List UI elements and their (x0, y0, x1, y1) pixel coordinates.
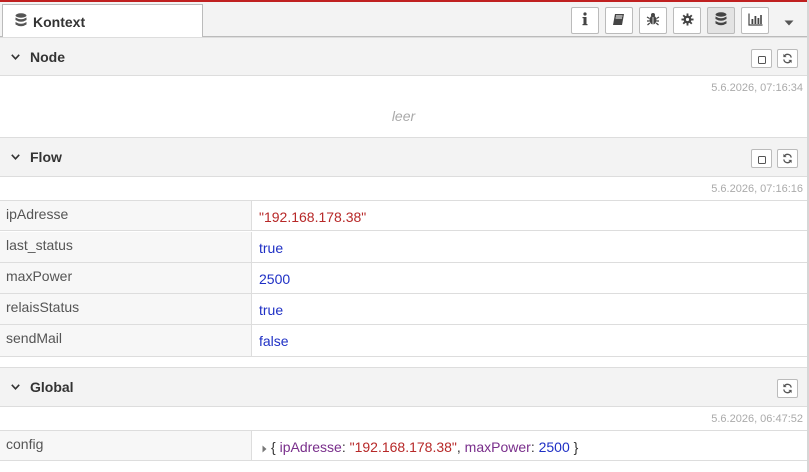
context-key: relaisStatus (0, 294, 252, 324)
global-refresh-button[interactable] (777, 379, 798, 398)
info-icon (581, 12, 589, 29)
table-row[interactable]: relaisStatus true (0, 294, 807, 325)
chevron-down-icon[interactable] (0, 53, 30, 60)
refresh-icon (782, 151, 793, 167)
context-button[interactable] (707, 7, 735, 34)
caret-right-icon[interactable] (262, 440, 267, 456)
table-row[interactable]: maxPower 2500 (0, 263, 807, 294)
global-timestamp: 5.6.2026, 06:47:52 (711, 413, 803, 425)
config-button[interactable] (673, 7, 701, 34)
bar-chart-icon (747, 13, 763, 29)
context-key: ipAdresse (0, 201, 252, 230)
refresh-icon (782, 51, 793, 67)
context-key: last_status (0, 232, 252, 262)
dashboard-button[interactable] (741, 7, 769, 34)
context-value[interactable]: true (259, 232, 283, 262)
info-button[interactable] (571, 7, 599, 34)
flow-refresh-button[interactable] (777, 149, 798, 168)
square-icon (757, 51, 766, 67)
context-key: config (0, 431, 252, 460)
database-icon (15, 13, 27, 30)
context-value[interactable]: 2500 (259, 263, 290, 293)
debug-button[interactable] (639, 7, 667, 34)
bug-icon (646, 12, 660, 29)
sidebar-tab-bar: Kontext (0, 2, 807, 38)
context-value[interactable]: true (259, 294, 283, 324)
context-value[interactable]: "192.168.178.38" (259, 201, 366, 230)
node-toggle-button[interactable] (751, 49, 772, 68)
help-button[interactable] (605, 7, 633, 34)
table-row[interactable]: ipAdresse "192.168.178.38" (0, 200, 807, 231)
node-empty-text: leer (391, 108, 416, 124)
tab-kontext[interactable]: Kontext (2, 4, 203, 38)
tab-title: Kontext (33, 13, 86, 30)
section-title-node: Node (30, 48, 65, 65)
flow-toggle-button[interactable] (751, 149, 772, 168)
database-icon (715, 12, 727, 29)
square-icon (757, 151, 766, 167)
node-refresh-button[interactable] (777, 49, 798, 68)
table-row[interactable]: config { ipAdresse: "192.168.178.38", ma… (0, 430, 807, 461)
context-key: maxPower (0, 263, 252, 293)
more-dropdown-button[interactable] (777, 7, 801, 34)
refresh-icon (782, 381, 793, 397)
gear-icon (680, 12, 694, 29)
section-header-node[interactable]: Node (0, 37, 807, 76)
section-header-global[interactable]: Global (0, 367, 807, 407)
book-icon (612, 13, 626, 29)
section-title-global: Global (30, 379, 74, 395)
chevron-down-icon[interactable] (0, 384, 30, 390)
section-title-flow: Flow (30, 149, 62, 165)
context-value[interactable]: { ipAdresse: "192.168.178.38", maxPower:… (262, 431, 578, 460)
flow-timestamp: 5.6.2026, 07:16:16 (711, 183, 803, 195)
chevron-down-icon[interactable] (0, 154, 30, 160)
context-value[interactable]: false (259, 325, 289, 356)
caret-down-icon (784, 13, 794, 29)
context-key: sendMail (0, 325, 252, 356)
node-timestamp: 5.6.2026, 07:16:34 (711, 82, 803, 94)
table-row[interactable]: last_status true (0, 232, 807, 263)
section-header-flow[interactable]: Flow (0, 137, 807, 177)
table-row[interactable]: sendMail false (0, 325, 807, 357)
